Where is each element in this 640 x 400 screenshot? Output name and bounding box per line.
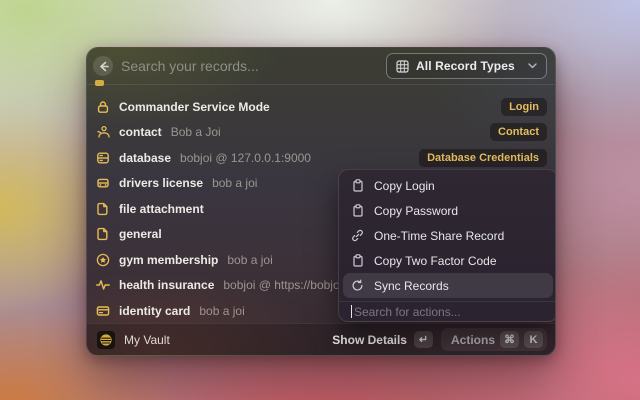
record-type-filter-dropdown[interactable]: All Record Types [386,53,547,79]
enter-key-badge: ↵ [414,331,433,348]
file-icon [95,227,110,242]
actions-label: Actions [451,333,495,347]
pulse-icon [95,278,110,293]
vault-selector[interactable]: My Vault [97,331,170,349]
car-icon [95,176,110,191]
back-arrow-icon [98,61,109,72]
record-title: identity card [119,304,190,318]
search-overlay-panel: All Record Types Commander Service Mode … [86,47,556,356]
record-title: contact [119,125,162,139]
sync-icon [351,279,364,292]
menu-item-label: Sync Records [374,279,449,293]
search-bar: All Record Types [87,48,555,85]
record-subtitle: bobjoi @ 127.0.0.1:9000 [180,151,311,165]
record-title: file attachment [119,202,204,216]
database-icon [95,150,110,165]
record-title: gym membership [119,253,218,267]
record-title: health insurance [119,278,214,292]
show-details-button[interactable]: Show Details ↵ [332,331,433,348]
record-title: database [119,151,171,165]
star-icon [95,252,110,267]
menu-item-copy-login[interactable]: Copy Login [343,173,553,198]
menu-item-one-time-share-record[interactable]: One-Time Share Record [343,223,553,248]
file-icon [95,201,110,216]
desktop-background: All Record Types Commander Service Mode … [0,0,640,400]
contact-icon [95,125,110,140]
actions-search-placeholder: Search for actions... [354,305,461,319]
text-caret [351,305,352,318]
menu-item-copy-two-factor-code[interactable]: Copy Two Factor Code [343,248,553,273]
footer-actions: Show Details ↵ Actions ⌘ K [332,328,547,351]
menu-item-label: One-Time Share Record [374,229,504,243]
record-title: general [119,227,162,241]
record-subtitle: bob a joi [227,253,272,267]
clipboard-icon [351,254,364,267]
record-subtitle: Bob a Joi [171,125,221,139]
link-icon [351,229,364,242]
footer-bar: My Vault Show Details ↵ Actions ⌘ K [87,323,555,355]
actions-context-menu: Copy Login Copy Password One-Time Share … [338,169,556,322]
record-row-database[interactable]: database bobjoi @ 127.0.0.1:9000 Databas… [87,145,555,171]
record-subtitle: bob a joi [199,304,244,318]
record-subtitle: bob a joi [212,176,257,190]
back-button[interactable] [93,56,113,76]
card-icon [95,303,110,318]
record-row-commander-service-mode[interactable]: Commander Service Mode Login [87,94,555,120]
record-title: drivers license [119,176,203,190]
search-input[interactable] [121,58,378,74]
record-type-badge: Contact [490,123,547,141]
actions-button[interactable]: Actions ⌘ K [441,328,547,351]
menu-item-label: Copy Login [374,179,435,193]
record-type-badge: Database Credentials [419,149,547,167]
actions-search-input[interactable]: Search for actions... [339,302,556,321]
keeper-vault-logo-icon [97,331,115,349]
menu-item-label: Copy Two Factor Code [374,254,497,268]
vault-name-label: My Vault [124,333,170,347]
menu-item-sync-records[interactable]: Sync Records [343,273,553,298]
k-key-badge: K [524,331,543,348]
partial-scrolled-record-icon [95,80,104,86]
record-type-badge: Login [501,98,547,116]
record-row-contact[interactable]: contact Bob a Joi Contact [87,120,555,146]
clipboard-icon [351,179,364,192]
show-details-label: Show Details [332,333,407,347]
chevron-down-icon [528,63,537,69]
clipboard-icon [351,204,364,217]
record-types-grid-icon [396,60,409,73]
menu-item-copy-password[interactable]: Copy Password [343,198,553,223]
lock-icon [95,99,110,114]
menu-item-label: Copy Password [374,204,458,218]
command-key-badge: ⌘ [500,331,519,348]
record-title: Commander Service Mode [119,100,270,114]
record-type-filter-label: All Record Types [416,59,515,73]
